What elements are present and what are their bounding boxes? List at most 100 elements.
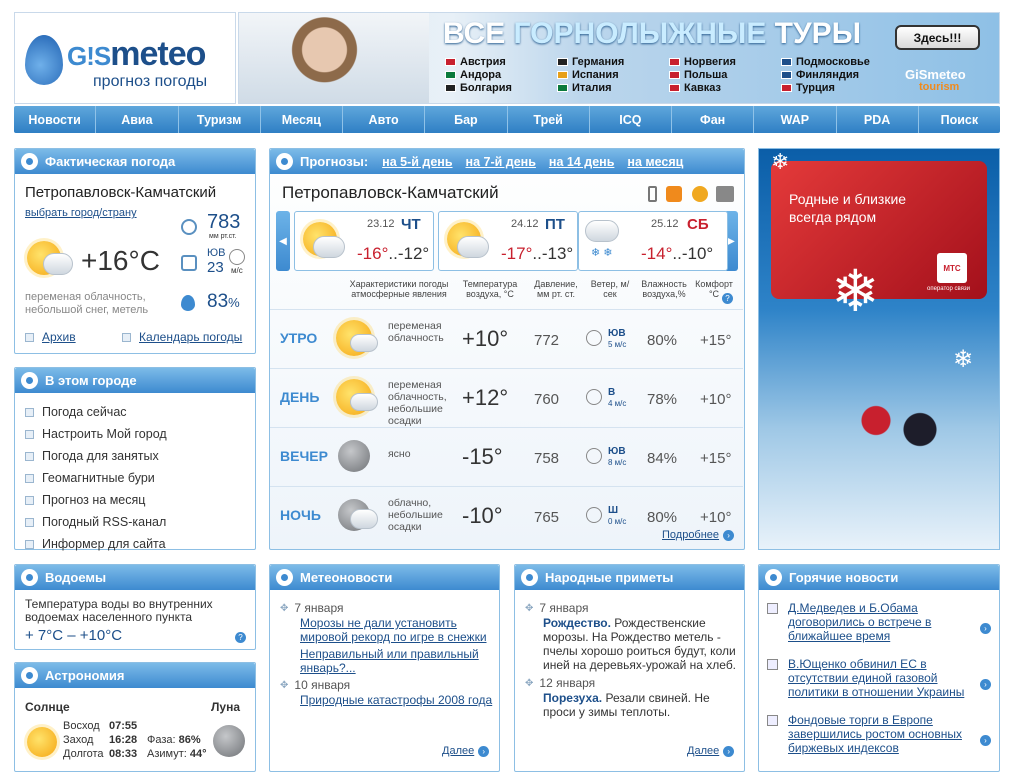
nav-item-3[interactable]: Месяц — [261, 106, 343, 133]
forecast-day-card[interactable]: ❄ ❄ 25.12 СБ -14°..-10° — [578, 211, 728, 271]
forecast-tab-0[interactable]: на 5-й день — [382, 155, 452, 169]
city-link-label[interactable]: Геомагнитные бури — [42, 471, 155, 485]
bullet-icon — [25, 429, 34, 439]
city-link-item[interactable]: Информер для сайта — [25, 537, 167, 551]
city-link-item[interactable]: Настроить Мой город — [25, 427, 167, 441]
water-more-icon[interactable]: ? — [235, 632, 246, 643]
banner-country: Болгария — [445, 82, 512, 94]
rss-icon[interactable] — [666, 186, 682, 202]
choose-city-link[interactable]: выбрать город/страну — [25, 207, 137, 219]
site-logo[interactable]: G!Smeteo прогноз погоды — [14, 12, 236, 104]
wind-direction-icon — [586, 448, 602, 464]
hot-news-more-icon[interactable]: › — [980, 679, 991, 690]
panel-logo-icon — [276, 569, 293, 586]
nav-item-5[interactable]: Бар — [425, 106, 508, 133]
hot-news-item[interactable]: Фондовые торги в Европе завершились рост… — [767, 713, 995, 755]
cloud-shape — [313, 236, 345, 258]
forecast-column-header: Давление, мм рт. ст. — [534, 279, 578, 299]
city-link-item[interactable]: Геомагнитные бури — [25, 471, 167, 485]
hot-news-link[interactable]: Д.Медведев и Б.Обама договорились о встр… — [788, 601, 968, 643]
sign-bullet-icon: ✥ — [525, 602, 534, 614]
hot-news-link[interactable]: В.Ющенко обвинил ЕС в отсутствии единой … — [788, 657, 968, 699]
news-link[interactable]: Неправильный или правильный январь?... — [300, 647, 494, 675]
astronomy-panel: Астрономия Солнце Луна Восход 07:55 Заход… — [14, 662, 256, 772]
city-link-label[interactable]: Погода для занятых — [42, 449, 159, 463]
city-link-item[interactable]: Погодный RSS-канал — [25, 515, 167, 529]
city-links-panel: В этом городе Погода сейчас Настроить Мой… — [14, 367, 256, 551]
city-link-label[interactable]: Погода сейчас — [42, 405, 127, 419]
forecast-tab-2[interactable]: на 14 день — [549, 155, 614, 169]
city-link-label[interactable]: Настроить Мой город — [42, 427, 167, 441]
meteonews-panel: Метеоновости ✥ 7 января Морозы не дали уст… — [269, 564, 500, 772]
row-humidity: 84% — [647, 450, 678, 467]
news-bullet-icon: ✥ — [280, 679, 289, 691]
calendar-link[interactable]: Календарь погоды — [139, 330, 242, 344]
print-icon[interactable] — [716, 186, 734, 202]
panel-logo-icon — [21, 372, 38, 389]
banner-button[interactable]: Здесь!!! — [895, 25, 980, 50]
azimuth-label: Азимут: — [147, 748, 187, 760]
hot-news-more-icon[interactable]: › — [980, 735, 991, 746]
forecast-day-card[interactable]: 23.12 ЧТ -16°..-12° — [294, 211, 434, 271]
flag-icon — [669, 84, 680, 92]
meteonews-more-icon[interactable]: › — [478, 745, 490, 757]
row-comfort: +10° — [700, 391, 732, 408]
city-link-item[interactable]: Прогноз на месяц — [25, 493, 167, 507]
city-link-label[interactable]: Погодный RSS-канал — [42, 515, 166, 529]
nav-item-1[interactable]: Авиа — [96, 106, 179, 133]
hot-news-link[interactable]: Фондовые торги в Европе завершились рост… — [788, 713, 968, 755]
nav-item-6[interactable]: Трей — [508, 106, 590, 133]
news-link[interactable]: Морозы не дали установить мировой рекорд… — [300, 616, 494, 644]
comfort-help-icon[interactable]: ? — [722, 293, 733, 304]
nav-item-2[interactable]: Туризм — [179, 106, 261, 133]
nav-item-7[interactable]: ICQ — [590, 106, 672, 133]
nav-item-10[interactable]: PDA — [837, 106, 919, 133]
nav-item-9[interactable]: WAP — [754, 106, 837, 133]
nav-item-0[interactable]: Новости — [14, 106, 97, 133]
length-value: 08:33 — [109, 748, 138, 760]
time-of-day-label: УТРО — [280, 330, 318, 346]
forecast-tab-1[interactable]: на 7-й день — [466, 155, 536, 169]
flag-icon — [781, 84, 792, 92]
flag-icon — [669, 58, 680, 66]
actual-wind: 23 — [207, 259, 224, 276]
banner-country: Кавказ — [669, 82, 721, 94]
mts-logo-icon: МТС — [937, 253, 967, 283]
hot-news-item[interactable]: Д.Медведев и Б.Обама договорились о встр… — [767, 601, 995, 643]
flag-icon — [557, 84, 568, 92]
city-link-item[interactable]: Погода для занятых — [25, 449, 167, 463]
archive-link[interactable]: Архив — [42, 330, 76, 344]
meteonews-more-link[interactable]: Далее — [442, 745, 474, 757]
panel-logo-icon — [21, 667, 38, 684]
hot-news-item[interactable]: В.Ющенко обвинил ЕС в отсутствии единой … — [767, 657, 995, 699]
nav-item-4[interactable]: Авто — [343, 106, 426, 133]
nav-item-8[interactable]: Фан — [672, 106, 755, 133]
forecast-column-header: Влажность воздуха,% — [641, 279, 687, 299]
time-of-day-label: ВЕЧЕР — [280, 448, 328, 464]
forecast-more-link[interactable]: Подробнее — [662, 529, 719, 541]
forecast-more-icon[interactable]: › — [723, 529, 735, 541]
folk-signs-more-icon[interactable]: › — [723, 745, 735, 757]
ski-tours-banner[interactable]: ВСЕ ГОРНОЛЫЖНЫЕ ТУРЫ Здесь!!! GiSmeteo t… — [238, 12, 1000, 104]
city-link-label[interactable]: Прогноз на месяц — [42, 493, 145, 507]
folk-signs-more-link[interactable]: Далее — [687, 745, 719, 757]
banner-country: Польша — [669, 69, 727, 81]
forecast-tab-3[interactable]: на месяц — [627, 155, 683, 169]
day-of-week: ПТ — [545, 216, 565, 233]
forecast-row: УТРО переменая облачность +10° 772 ЮВ 5 м/с 80… — [270, 309, 743, 367]
prev-day-button[interactable]: ◀ — [276, 211, 290, 271]
hot-news-more-icon[interactable]: › — [980, 623, 991, 634]
news-link[interactable]: Природные катастрофы 2008 года — [300, 693, 494, 707]
forecast-day-card[interactable]: 24.12 ПТ -17°..-13° — [438, 211, 578, 271]
actual-wind-dir: ЮВ — [207, 247, 226, 259]
forecast-title: Прогнозы: — [300, 154, 369, 169]
city-link-item[interactable]: Погода сейчас — [25, 405, 167, 419]
water-header: Водоемы — [15, 565, 255, 590]
mts-advertisement[interactable]: Родные и близкие всегда рядом МТС операт… — [758, 148, 1000, 550]
nav-item-11[interactable]: Поиск — [919, 106, 1000, 133]
mobile-icon[interactable] — [648, 186, 657, 202]
row-humidity: 80% — [647, 332, 678, 349]
condition-description: переменая облачность, небольшие осадки — [388, 379, 447, 427]
city-link-label[interactable]: Информер для сайта — [42, 537, 166, 551]
help-icon[interactable] — [692, 186, 708, 202]
